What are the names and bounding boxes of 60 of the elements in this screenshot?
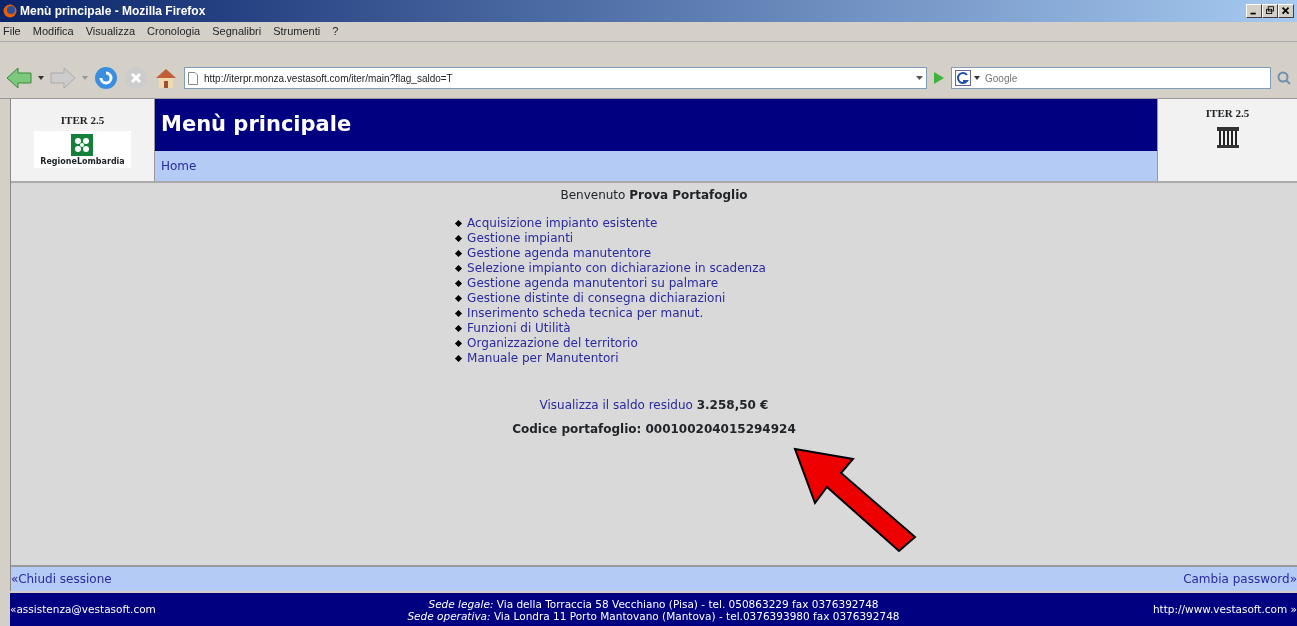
menu-item[interactable]: Visualizza (85, 23, 136, 40)
bullet-icon (455, 279, 463, 288)
bullet-icon (455, 219, 463, 228)
menu-link[interactable]: Gestione impianti (467, 231, 574, 246)
close-button[interactable] (1278, 4, 1294, 18)
balance-link[interactable]: Visualizza il saldo residuo (539, 398, 693, 412)
menu-link[interactable]: Gestione agenda manutentore (467, 246, 652, 261)
menu-link[interactable]: Organizzazione del territorio (467, 336, 638, 351)
flower-logo-icon (71, 134, 94, 157)
menu-item[interactable]: ? (332, 23, 339, 40)
menu-link[interactable]: Selezione impianto con dichiarazione in scadenza (467, 261, 766, 276)
logout-link[interactable]: «Chiudi sessione (11, 570, 112, 588)
version-label: ITER 2.5 (60, 112, 105, 128)
email-link[interactable]: «assistenza@vestasoft.com (10, 602, 270, 618)
dropdown-caret-icon[interactable] (916, 76, 923, 80)
search-icon[interactable] (1277, 71, 1291, 85)
search-field[interactable]: Google (951, 67, 1271, 89)
search-engine-logo-icon[interactable] (955, 70, 971, 86)
minimize-button[interactable] (1246, 4, 1262, 18)
menu-link[interactable]: Gestione distinte di consegna dichiarazioni (467, 291, 726, 306)
wallet-code: Codice portafoglio: 000100204015294924 (512, 421, 796, 438)
menu-item[interactable]: Segnalibri (212, 23, 262, 40)
menu-link[interactable]: Gestione agenda manutentori su palmare (467, 276, 719, 291)
menu-item[interactable]: File (3, 23, 21, 40)
reload-icon[interactable] (94, 66, 118, 90)
bullet-icon (455, 309, 463, 318)
address-text: http://iterpr.monza.vestasoft.com/iter/main?flag_saldo=T (204, 71, 453, 86)
menu-link[interactable]: Acquisizione impianto esistente (467, 216, 658, 231)
menu-item[interactable]: Cronologia (147, 23, 201, 40)
caret-icon[interactable] (38, 76, 44, 80)
bullet-icon (455, 264, 463, 273)
browser-logo-icon (3, 4, 17, 18)
version-label: ITER 2.5 (1205, 106, 1250, 121)
address-line: Sede legale: Via della Torraccia 58 Vecchiano (Pisa) - tel. 050863229 fax 0376392748 (428, 598, 879, 610)
home-icon[interactable] (154, 66, 178, 90)
bullet-icon (455, 339, 463, 348)
balance-value: 3.258,50 € (696, 398, 769, 412)
website-link[interactable]: http://www.vestasoft.com » (1037, 602, 1297, 618)
menu-link[interactable]: Manuale per Manutentori (467, 351, 619, 366)
restore-button[interactable] (1262, 4, 1278, 18)
back-arrow-icon[interactable] (6, 67, 32, 89)
bullet-icon (455, 354, 463, 363)
bullet-icon (455, 234, 463, 243)
bullet-icon (455, 249, 463, 258)
page-title: Menù principale (161, 111, 352, 139)
menu-item[interactable]: Strumenti (273, 23, 321, 40)
window-title: Menù principale - Mozilla Firefox (20, 3, 206, 20)
caret-icon[interactable] (974, 76, 980, 80)
menu-link[interactable]: Inserimento scheda tecnica per manut. (467, 306, 704, 321)
home-link[interactable]: Home (161, 157, 197, 175)
address-field[interactable]: http://iterpr.monza.vestasoft.com/iter/main?flag_saldo=T (184, 67, 927, 89)
page-icon (188, 71, 198, 85)
bullet-icon (455, 294, 463, 303)
menu-link[interactable]: Funzioni di Utilità (467, 321, 571, 336)
menu-item[interactable]: Modifica (32, 23, 74, 40)
change-password-link[interactable]: Cambia password» (1183, 570, 1297, 588)
address-line: Sede operativa: Via Londra 11 Porto Mantovano (Mantova) - tel.0376393980 fax 0376392748 (407, 610, 900, 622)
welcome-text: Benvenuto Prova Portafoglio (560, 187, 748, 204)
bullet-icon (455, 324, 463, 333)
logo-text: RegioneLombardia (40, 156, 125, 169)
